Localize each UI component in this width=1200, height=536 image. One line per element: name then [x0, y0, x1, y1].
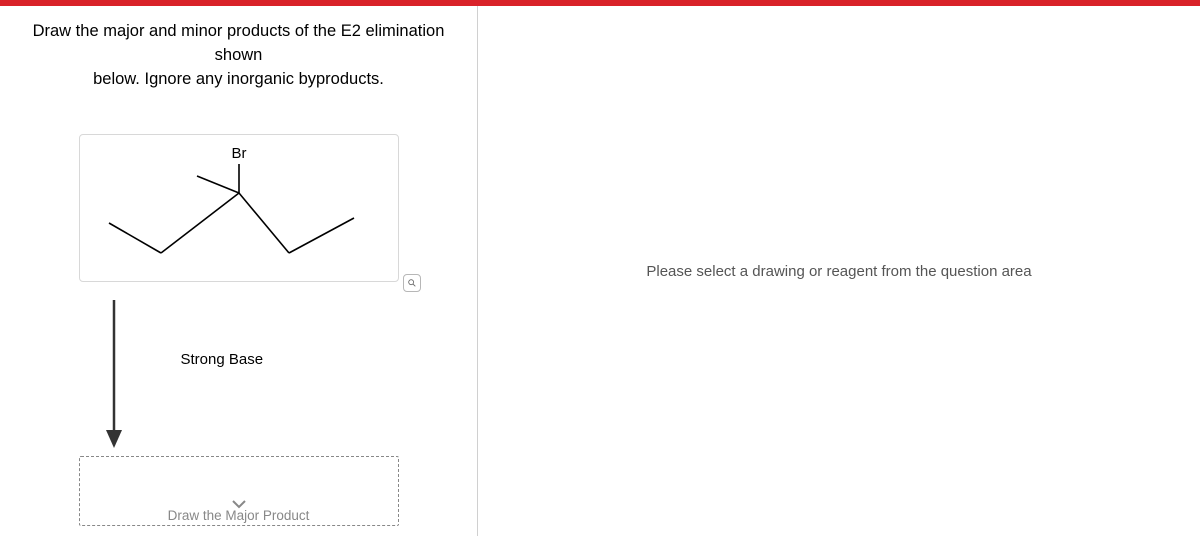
major-product-dropzone[interactable]: Draw the Major Product: [79, 456, 399, 526]
canvas-placeholder-message: Please select a drawing or reagent from …: [646, 263, 1031, 280]
reaction-arrow-area: Strong Base: [79, 292, 399, 452]
reagent-label[interactable]: Strong Base: [181, 351, 264, 368]
molecule-structure: Br: [89, 138, 389, 278]
prompt-line-1: Draw the major and minor products of the…: [33, 22, 445, 64]
product-placeholder-label: Draw the Major Product: [168, 508, 310, 523]
arrow-column: [79, 292, 149, 452]
drawing-canvas-panel[interactable]: Please select a drawing or reagent from …: [478, 6, 1200, 536]
starting-material-box[interactable]: Br: [79, 134, 399, 282]
question-panel: Draw the major and minor products of the…: [0, 6, 478, 536]
zoom-icon: [407, 278, 417, 288]
zoom-button[interactable]: [403, 274, 421, 292]
prompt-line-2: below. Ignore any inorganic byproducts.: [93, 70, 384, 88]
starting-material-wrapper: Br: [79, 134, 399, 282]
reaction-arrow-icon: [99, 292, 129, 452]
question-prompt: Draw the major and minor products of the…: [10, 20, 467, 92]
substituent-label: Br: [231, 145, 246, 162]
main-container: Draw the major and minor products of the…: [0, 6, 1200, 536]
